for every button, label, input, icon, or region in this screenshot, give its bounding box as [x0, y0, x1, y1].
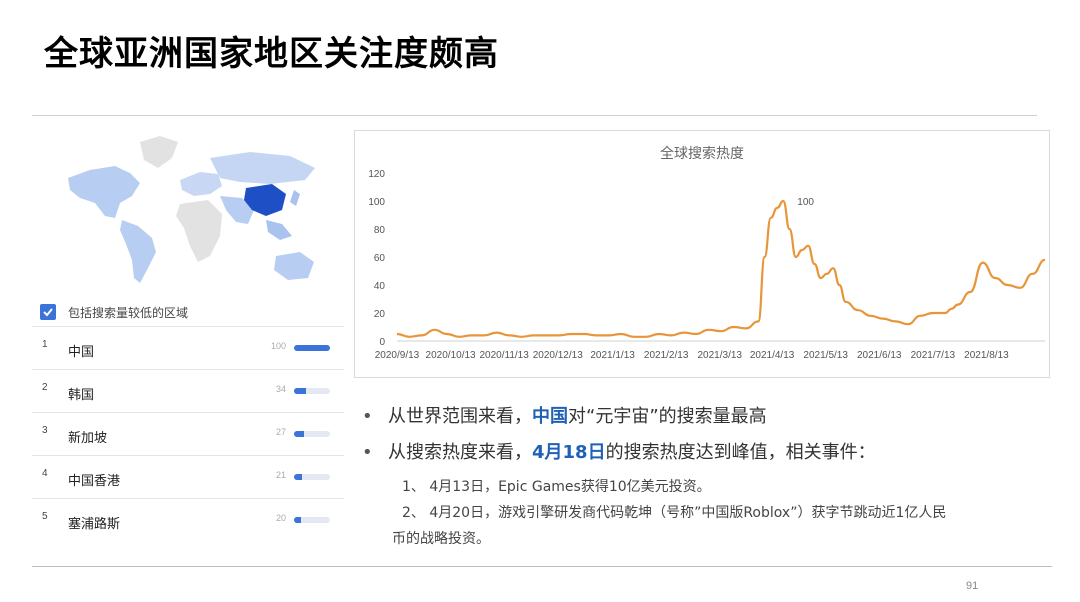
- table-row[interactable]: 5 塞浦路斯 20: [32, 498, 344, 541]
- region-bar: [294, 388, 330, 394]
- x-tick-label: 2021/7/13: [911, 350, 956, 361]
- region-ranking-panel: 包括搜索量较低的区域 1 中国 100 2 韩国 34 3 新加坡 27 4 中…: [32, 120, 344, 532]
- rank-number: 4: [42, 468, 48, 479]
- map-south-america: [120, 220, 156, 283]
- region-bar-fill: [294, 388, 307, 394]
- bullet-icon: •: [362, 442, 373, 463]
- region-bar-fill: [294, 517, 302, 523]
- region-value: 27: [275, 427, 286, 437]
- x-tick-label: 2021/3/13: [698, 350, 743, 361]
- map-north-america: [68, 166, 140, 218]
- x-tick-label: 2020/11/13: [480, 350, 530, 361]
- y-axis: 0 20 40 60 80 100 120: [368, 169, 1045, 348]
- world-map: [68, 136, 315, 283]
- x-tick-label: 2021/1/13: [590, 350, 635, 361]
- finding-item: • 从搜索热度来看，4月18日的搜索热度达到峰值，相关事件：: [362, 440, 1052, 466]
- trend-chart-svg: 全球搜索热度 0 20 40 60 80 100 120 2020/9/13 2020/10/…: [368, 145, 1046, 361]
- findings-list: • 从世界范围来看，中国对“元宇宙”的搜索量最高 • 从搜索热度来看，4月18日…: [362, 404, 1052, 552]
- y-tick-label: 80: [374, 225, 386, 236]
- y-tick-label: 120: [368, 169, 385, 180]
- peak-data-label: 100: [797, 197, 814, 208]
- table-row[interactable]: 2 韩国 34: [32, 369, 344, 412]
- region-bar-fill: [294, 474, 302, 480]
- x-tick-label: 2020/10/13: [426, 350, 476, 361]
- event-item: 1、 4月13日，Epic Games获得10亿美元投资。: [402, 479, 711, 495]
- table-row[interactable]: 4 中国香港 21: [32, 455, 344, 498]
- top-divider: [32, 115, 1037, 116]
- bullet-icon: •: [362, 406, 373, 427]
- x-tick-label: 2021/5/13: [803, 350, 848, 361]
- region-bar: [294, 474, 330, 480]
- region-value: 21: [275, 470, 286, 480]
- rank-number: 5: [42, 511, 48, 522]
- finding-item: • 从世界范围来看，中国对“元宇宙”的搜索量最高: [362, 404, 1052, 430]
- region-value: 100: [270, 341, 286, 351]
- region-name: 韩国: [68, 388, 95, 403]
- finding-text: 的搜索热度达到峰值，相关事件：: [605, 442, 876, 463]
- x-tick-label: 2021/2/13: [644, 350, 689, 361]
- x-axis: 2020/9/13 2020/10/13 2020/11/13 2020/12/13 2…: [375, 350, 1009, 361]
- y-tick-label: 60: [374, 253, 386, 264]
- x-tick-label: 2020/9/13: [375, 350, 420, 361]
- low-volume-checkbox[interactable]: [40, 304, 56, 320]
- low-volume-checkbox-row[interactable]: 包括搜索量较低的区域: [40, 300, 188, 324]
- region-name: 中国: [68, 345, 95, 360]
- page-title: 全球亚洲国家地区关注度颇高: [44, 34, 499, 74]
- y-tick-label: 100: [368, 197, 385, 208]
- checkbox-label: 包括搜索量较低的区域: [68, 305, 189, 320]
- region-bar: [294, 345, 330, 351]
- map-australia: [274, 252, 314, 280]
- table-row[interactable]: 1 中国 100: [32, 326, 344, 369]
- y-tick-label: 40: [374, 281, 386, 292]
- map-africa: [176, 200, 222, 262]
- page-number: 91: [966, 580, 979, 592]
- rank-number: 2: [42, 382, 48, 393]
- x-tick-label: 2021/6/13: [857, 350, 902, 361]
- series-line: [396, 199, 1046, 338]
- table-row[interactable]: 3 新加坡 27: [32, 412, 344, 455]
- map-greenland: [140, 136, 178, 168]
- chart-series: 100: [396, 197, 1046, 338]
- chart-title: 全球搜索热度: [660, 145, 744, 162]
- region-name: 中国香港: [68, 474, 121, 489]
- event-item: 2、 4月20日，游戏引擎研发商代码乾坤（号称”中国版Roblox”）获字节跳动…: [402, 505, 947, 521]
- region-rank-table: 1 中国 100 2 韩国 34 3 新加坡 27 4 中国香港 21 5 塞浦…: [32, 326, 344, 541]
- map-russia: [210, 152, 315, 184]
- map-japan: [290, 190, 300, 206]
- bottom-divider: [32, 566, 1052, 567]
- finding-text: 对“元宇宙”的搜索量最高: [568, 406, 767, 427]
- map-europe: [180, 172, 222, 196]
- x-tick-label: 2020/12/13: [533, 350, 583, 361]
- check-icon: [43, 308, 53, 317]
- region-value: 34: [275, 384, 286, 394]
- y-tick-label: 20: [374, 309, 386, 320]
- region-bar-fill: [294, 431, 304, 437]
- region-name: 新加坡: [68, 431, 108, 446]
- finding-text: 从搜索热度来看，: [388, 442, 532, 463]
- rank-number: 3: [42, 425, 48, 436]
- x-tick-label: 2021/8/13: [964, 350, 1009, 361]
- x-tick-label: 2021/4/13: [750, 350, 795, 361]
- rank-number: 1: [42, 339, 48, 350]
- finding-text: 从世界范围来看，: [388, 406, 532, 427]
- map-southeast-asia: [266, 220, 292, 240]
- region-bar-fill: [294, 345, 330, 351]
- event-list: 1、 4月13日，Epic Games获得10亿美元投资。 2、 4月20日，游…: [392, 474, 1052, 552]
- region-name: 塞浦路斯: [68, 517, 121, 532]
- region-value: 20: [275, 513, 286, 523]
- highlight-text: 中国: [532, 406, 568, 427]
- region-bar: [294, 431, 330, 437]
- region-bar: [294, 517, 330, 523]
- search-trend-chart: 全球搜索热度 0 20 40 60 80 100 120 2020/9/13 2020/10/…: [354, 130, 1050, 378]
- highlight-text: 4月18日: [532, 442, 606, 463]
- event-item-continued: 币的战略投资。: [392, 531, 490, 547]
- y-tick-label: 0: [379, 337, 385, 348]
